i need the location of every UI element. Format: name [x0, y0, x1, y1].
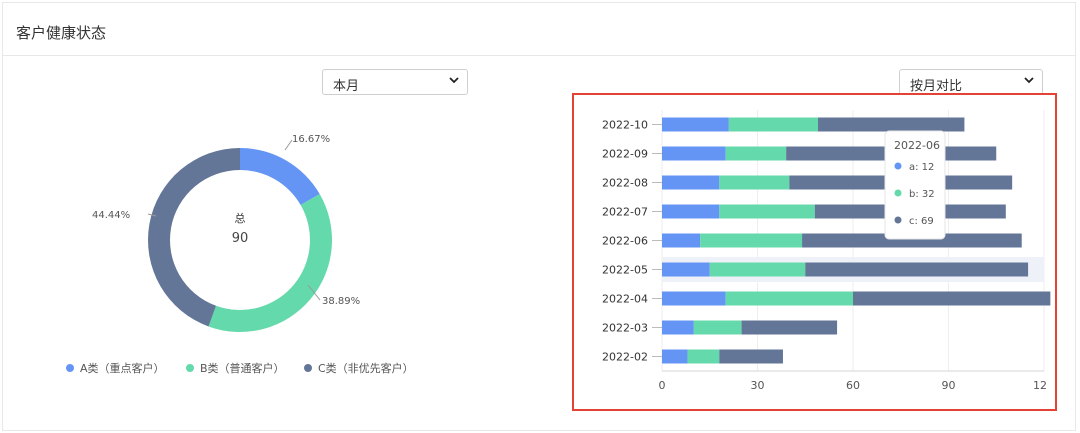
bar-segment-b[interactable]: [709, 262, 806, 277]
bar-segment-b[interactable]: [719, 175, 790, 190]
compare-select[interactable]: 按月对比: [899, 69, 1043, 95]
bar-segment-b[interactable]: [728, 117, 818, 132]
bar-segment-c[interactable]: [817, 117, 965, 132]
bar-segment-a[interactable]: [662, 175, 720, 190]
bar-segment-a[interactable]: [662, 262, 710, 277]
tooltip-row-label: b: 32: [909, 189, 935, 200]
legend-item[interactable]: C类（非优先客户）: [304, 360, 414, 376]
x-tick-label: 0: [659, 379, 666, 392]
y-tick-label: 2022-04: [602, 293, 648, 306]
x-tick-label: 30: [751, 379, 765, 392]
tooltip-row-label: a: 12: [909, 162, 934, 173]
chevron-down-icon: [1024, 77, 1034, 84]
bar-segment-b[interactable]: [719, 204, 815, 219]
tooltip-title: 2022-06: [894, 139, 940, 152]
bar-segment-c[interactable]: [805, 262, 1029, 277]
bar-segment-b[interactable]: [693, 320, 742, 335]
legend-dot-icon: [186, 364, 194, 372]
donut-percent-label: 16.67%: [292, 134, 330, 145]
legend-label: C类（非优先客户）: [318, 362, 414, 375]
y-tick-label: 2022-07: [602, 206, 648, 219]
card-header: 客户健康状态: [2, 2, 1076, 56]
bar-segment-b[interactable]: [687, 349, 720, 364]
legend-item[interactable]: A类（重点客户）: [66, 360, 165, 376]
bar-segment-a[interactable]: [662, 233, 701, 248]
y-tick-label: 2022-06: [602, 235, 648, 248]
tooltip-row-label: c: 69: [909, 216, 934, 227]
chevron-down-icon: [449, 77, 459, 84]
tooltip-dot-icon: [894, 189, 902, 197]
legend-dot-icon: [304, 364, 312, 372]
page-title: 客户健康状态: [16, 24, 107, 42]
legend-label: B类（普通客户）: [200, 362, 285, 375]
bar-segment-c[interactable]: [853, 291, 1051, 306]
donut-slice[interactable]: [208, 194, 332, 332]
donut-percent-label: 44.44%: [92, 210, 130, 221]
x-tick-label: 90: [942, 379, 956, 392]
bar-segment-b[interactable]: [725, 291, 853, 306]
tooltip-dot-icon: [894, 162, 902, 170]
legend-label: A类（重点客户）: [80, 362, 165, 375]
donut-center-label: 总: [235, 211, 246, 225]
y-tick-label: 2022-08: [602, 177, 648, 190]
donut-chart: 16.67% 38.89% 44.44% 总 90: [92, 134, 360, 332]
y-tick-label: 2022-02: [602, 351, 648, 364]
donut-center-value: 90: [232, 231, 249, 246]
x-tick-label: 12: [1033, 379, 1047, 392]
bar-segment-a[interactable]: [662, 117, 729, 132]
bar-segment-a[interactable]: [662, 146, 726, 161]
x-tick-label: 60: [846, 379, 860, 392]
bar-segment-a[interactable]: [662, 204, 720, 219]
bar-segment-a[interactable]: [662, 291, 726, 306]
donut-slice[interactable]: [147, 148, 240, 327]
donut-slice[interactable]: [240, 148, 320, 206]
bar-segment-a[interactable]: [662, 320, 694, 335]
y-tick-label: 2022-03: [602, 322, 648, 335]
bar-segment-b[interactable]: [700, 233, 803, 248]
bar-segment-c[interactable]: [741, 320, 838, 335]
y-tick-label: 2022-09: [602, 148, 648, 161]
bar-segment-b[interactable]: [725, 146, 787, 161]
legend-dot-icon: [66, 364, 74, 372]
stacked-bar-chart: 2022-102022-092022-082022-072022-062022-…: [602, 110, 1051, 392]
chart-tooltip: 2022-06 a: 12 b: 32 c: 69: [884, 130, 946, 240]
tooltip-dot-icon: [894, 216, 902, 224]
legend-item[interactable]: B类（普通客户）: [186, 360, 285, 376]
period-select[interactable]: 本月: [322, 69, 468, 95]
bar-segment-a[interactable]: [662, 349, 688, 364]
period-select-value: 本月: [333, 79, 360, 94]
compare-select-value: 按月对比: [910, 79, 963, 94]
y-tick-label: 2022-05: [602, 264, 648, 277]
donut-percent-label: 38.89%: [322, 296, 360, 307]
y-tick-label: 2022-10: [602, 119, 648, 132]
donut-label-leader: [284, 139, 293, 151]
bar-segment-c[interactable]: [719, 349, 783, 364]
